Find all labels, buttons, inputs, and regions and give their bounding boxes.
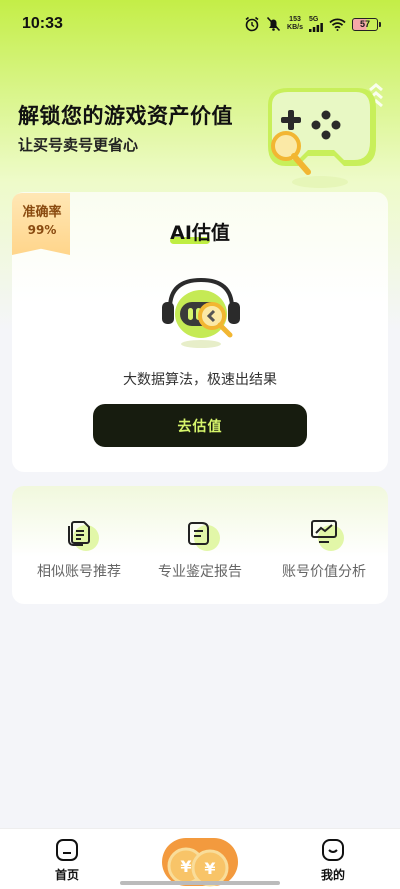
game-controller-illustration <box>233 80 388 190</box>
home-indicator[interactable] <box>120 881 280 885</box>
mute-bell-icon <box>266 16 281 32</box>
hero-subtitle: 让买号卖号更省心 <box>18 136 139 154</box>
nav-home[interactable]: 首页 <box>37 838 97 883</box>
ai-valuation-title: AI估值 <box>170 222 230 244</box>
feature-similar-accounts[interactable]: 相似账号推荐 <box>19 515 139 581</box>
status-time: 10:33 <box>22 15 63 32</box>
feature-label: 相似账号推荐 <box>37 564 121 580</box>
feature-professional-report[interactable]: 专业鉴定报告 <box>140 515 260 581</box>
battery-indicator: 57 <box>352 17 381 31</box>
feature-label: 账号价值分析 <box>282 564 366 580</box>
report-icon <box>182 515 220 551</box>
start-valuation-button[interactable]: 去估值 <box>93 404 307 447</box>
robot-headset-icon <box>158 274 244 350</box>
network-type: 5G <box>309 16 319 23</box>
chart-monitor-icon <box>306 515 344 551</box>
home-icon <box>56 839 78 861</box>
feature-value-analysis[interactable]: 账号价值分析 <box>264 515 384 581</box>
nav-home-label: 首页 <box>54 868 79 882</box>
net-speed-unit: KB/s <box>287 24 303 31</box>
status-icons: 153 KB/s 5G 57 <box>244 16 381 32</box>
alarm-icon <box>244 16 260 32</box>
status-bar: 10:33 153 KB/s 5G 57 <box>0 0 400 48</box>
hero-title: 解锁您的游戏资产价值 <box>18 104 233 128</box>
net-speed: 153 KB/s <box>287 16 303 32</box>
nav-mine[interactable]: 我的 <box>303 838 363 883</box>
start-valuation-button-label: 去估值 <box>177 418 223 435</box>
cellular-signal-icon: 5G <box>309 16 323 32</box>
svg-text:¥: ¥ <box>180 857 191 876</box>
valuation-description: 大数据算法，极速出结果 <box>123 372 277 388</box>
svg-text:¥: ¥ <box>204 859 215 878</box>
smile-face-icon <box>322 839 344 861</box>
feature-label: 专业鉴定报告 <box>158 564 242 580</box>
wifi-icon <box>329 18 346 31</box>
nav-mine-label: 我的 <box>320 868 345 882</box>
net-speed-value: 153 <box>289 16 301 23</box>
documents-icon <box>61 515 99 551</box>
